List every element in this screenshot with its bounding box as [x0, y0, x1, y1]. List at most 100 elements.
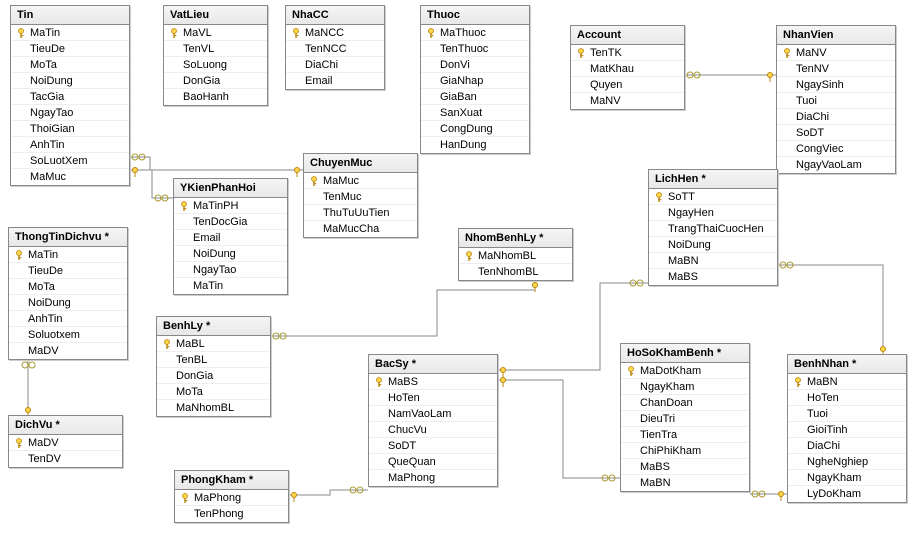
field-row[interactable]: NgayTao [174, 262, 287, 278]
field-row[interactable]: TenDocGia [174, 214, 287, 230]
field-row[interactable]: Quyen [571, 77, 684, 93]
table-header[interactable]: BenhNhan * [788, 355, 906, 374]
table-header[interactable]: HoSoKhamBenh * [621, 344, 749, 363]
field-row[interactable]: MaDV [9, 343, 127, 359]
field-row[interactable]: Tuoi [777, 93, 895, 109]
table-header[interactable]: NhomBenhLy * [459, 229, 572, 248]
table-benhly[interactable]: BenhLy *MaBLTenBLDonGiaMoTaMaNhomBL [156, 316, 271, 417]
field-row[interactable]: MoTa [9, 279, 127, 295]
field-row[interactable]: MaBS [369, 374, 497, 390]
field-row[interactable]: MaNCC [286, 25, 384, 41]
field-row[interactable]: MaNV [777, 45, 895, 61]
field-row[interactable]: NoiDung [9, 295, 127, 311]
field-row[interactable]: Email [174, 230, 287, 246]
field-row[interactable]: MaDV [9, 435, 122, 451]
field-row[interactable]: TenVL [164, 41, 267, 57]
field-row[interactable]: QueQuan [369, 454, 497, 470]
field-row[interactable]: MaNhomBL [157, 400, 270, 416]
field-row[interactable]: NamVaoLam [369, 406, 497, 422]
field-row[interactable]: AnhTin [11, 137, 129, 153]
field-row[interactable]: HoTen [369, 390, 497, 406]
field-row[interactable]: NgayKham [621, 379, 749, 395]
field-row[interactable]: TenThuoc [421, 41, 529, 57]
field-row[interactable]: SoDT [369, 438, 497, 454]
field-row[interactable]: BaoHanh [164, 89, 267, 105]
field-row[interactable]: NgaySinh [777, 77, 895, 93]
field-row[interactable]: GiaNhap [421, 73, 529, 89]
table-account[interactable]: AccountTenTKMatKhauQuyenMaNV [570, 25, 685, 110]
field-row[interactable]: TieuDe [9, 263, 127, 279]
table-nhombenhly[interactable]: NhomBenhLy *MaNhomBLTenNhomBL [458, 228, 573, 281]
field-row[interactable]: MaDotKham [621, 363, 749, 379]
field-row[interactable]: TieuDe [11, 41, 129, 57]
table-header[interactable]: BacSy * [369, 355, 497, 374]
table-header[interactable]: ChuyenMuc [304, 154, 417, 173]
field-row[interactable]: MaBL [157, 336, 270, 352]
field-row[interactable]: ChiPhiKham [621, 443, 749, 459]
field-row[interactable]: TenNCC [286, 41, 384, 57]
field-row[interactable]: TenPhong [175, 506, 288, 522]
table-header[interactable]: Tin [11, 6, 129, 25]
field-row[interactable]: DiaChi [286, 57, 384, 73]
table-header[interactable]: NhaCC [286, 6, 384, 25]
field-row[interactable]: DonGia [164, 73, 267, 89]
field-row[interactable]: NoiDung [174, 246, 287, 262]
field-row[interactable]: NgheNghiep [788, 454, 906, 470]
field-row[interactable]: MaTinPH [174, 198, 287, 214]
field-row[interactable]: NoiDung [649, 237, 777, 253]
field-row[interactable]: MaTin [9, 247, 127, 263]
field-row[interactable]: NgayKham [788, 470, 906, 486]
table-header[interactable]: Thuoc [421, 6, 529, 25]
table-header[interactable]: Account [571, 26, 684, 45]
field-row[interactable]: TacGia [11, 89, 129, 105]
field-row[interactable]: NgayVaoLam [777, 157, 895, 173]
field-row[interactable]: NgayTao [11, 105, 129, 121]
field-row[interactable]: DieuTri [621, 411, 749, 427]
table-header[interactable]: PhongKham * [175, 471, 288, 490]
field-row[interactable]: MaTin [11, 25, 129, 41]
table-header[interactable]: DichVu * [9, 416, 122, 435]
field-row[interactable]: MaPhong [369, 470, 497, 486]
field-row[interactable]: TenNhomBL [459, 264, 572, 280]
field-row[interactable]: Email [286, 73, 384, 89]
field-row[interactable]: CongViec [777, 141, 895, 157]
table-header[interactable]: VatLieu [164, 6, 267, 25]
table-dichvu[interactable]: DichVu *MaDVTenDV [8, 415, 123, 468]
field-row[interactable]: HanDung [421, 137, 529, 153]
field-row[interactable]: NoiDung [11, 73, 129, 89]
field-row[interactable]: CongDung [421, 121, 529, 137]
field-row[interactable]: DonGia [157, 368, 270, 384]
table-bacsy[interactable]: BacSy *MaBSHoTenNamVaoLamChucVuSoDTQueQu… [368, 354, 498, 487]
field-row[interactable]: AnhTin [9, 311, 127, 327]
table-hosokhambenh[interactable]: HoSoKhamBenh *MaDotKhamNgayKhamChanDoanD… [620, 343, 750, 492]
field-row[interactable]: SoTT [649, 189, 777, 205]
table-phongkham[interactable]: PhongKham *MaPhongTenPhong [174, 470, 289, 523]
field-row[interactable]: SoDT [777, 125, 895, 141]
field-row[interactable]: MaMuc [11, 169, 129, 185]
field-row[interactable]: MaMucCha [304, 221, 417, 237]
field-row[interactable]: MaBN [649, 253, 777, 269]
field-row[interactable]: TienTra [621, 427, 749, 443]
table-nhanvien[interactable]: NhanVienMaNVTenNVNgaySinhTuoiDiaChiSoDTC… [776, 25, 896, 174]
field-row[interactable]: TenNV [777, 61, 895, 77]
table-vatlieu[interactable]: VatLieuMaVLTenVLSoLuongDonGiaBaoHanh [163, 5, 268, 106]
field-row[interactable]: MaVL [164, 25, 267, 41]
field-row[interactable]: SoLuong [164, 57, 267, 73]
table-nhacc[interactable]: NhaCCMaNCCTenNCCDiaChiEmail [285, 5, 385, 90]
table-header[interactable]: NhanVien [777, 26, 895, 45]
field-row[interactable]: TrangThaiCuocHen [649, 221, 777, 237]
field-row[interactable]: MaBS [621, 459, 749, 475]
field-row[interactable]: Soluotxem [9, 327, 127, 343]
table-thuoc[interactable]: ThuocMaThuocTenThuocDonViGiaNhapGiaBanSa… [420, 5, 530, 154]
table-benhnhan[interactable]: BenhNhan *MaBNHoTenTuoiGioiTinhDiaChiNgh… [787, 354, 907, 503]
field-row[interactable]: HoTen [788, 390, 906, 406]
field-row[interactable]: GioiTinh [788, 422, 906, 438]
field-row[interactable]: TenBL [157, 352, 270, 368]
field-row[interactable]: MaNhomBL [459, 248, 572, 264]
field-row[interactable]: MaBN [788, 374, 906, 390]
field-row[interactable]: TenTK [571, 45, 684, 61]
table-tin[interactable]: TinMaTinTieuDeMoTaNoiDungTacGiaNgayTaoTh… [10, 5, 130, 186]
table-thongtindichvu[interactable]: ThongTinDichvu *MaTinTieuDeMoTaNoiDungAn… [8, 227, 128, 360]
table-header[interactable]: BenhLy * [157, 317, 270, 336]
field-row[interactable]: Tuoi [788, 406, 906, 422]
